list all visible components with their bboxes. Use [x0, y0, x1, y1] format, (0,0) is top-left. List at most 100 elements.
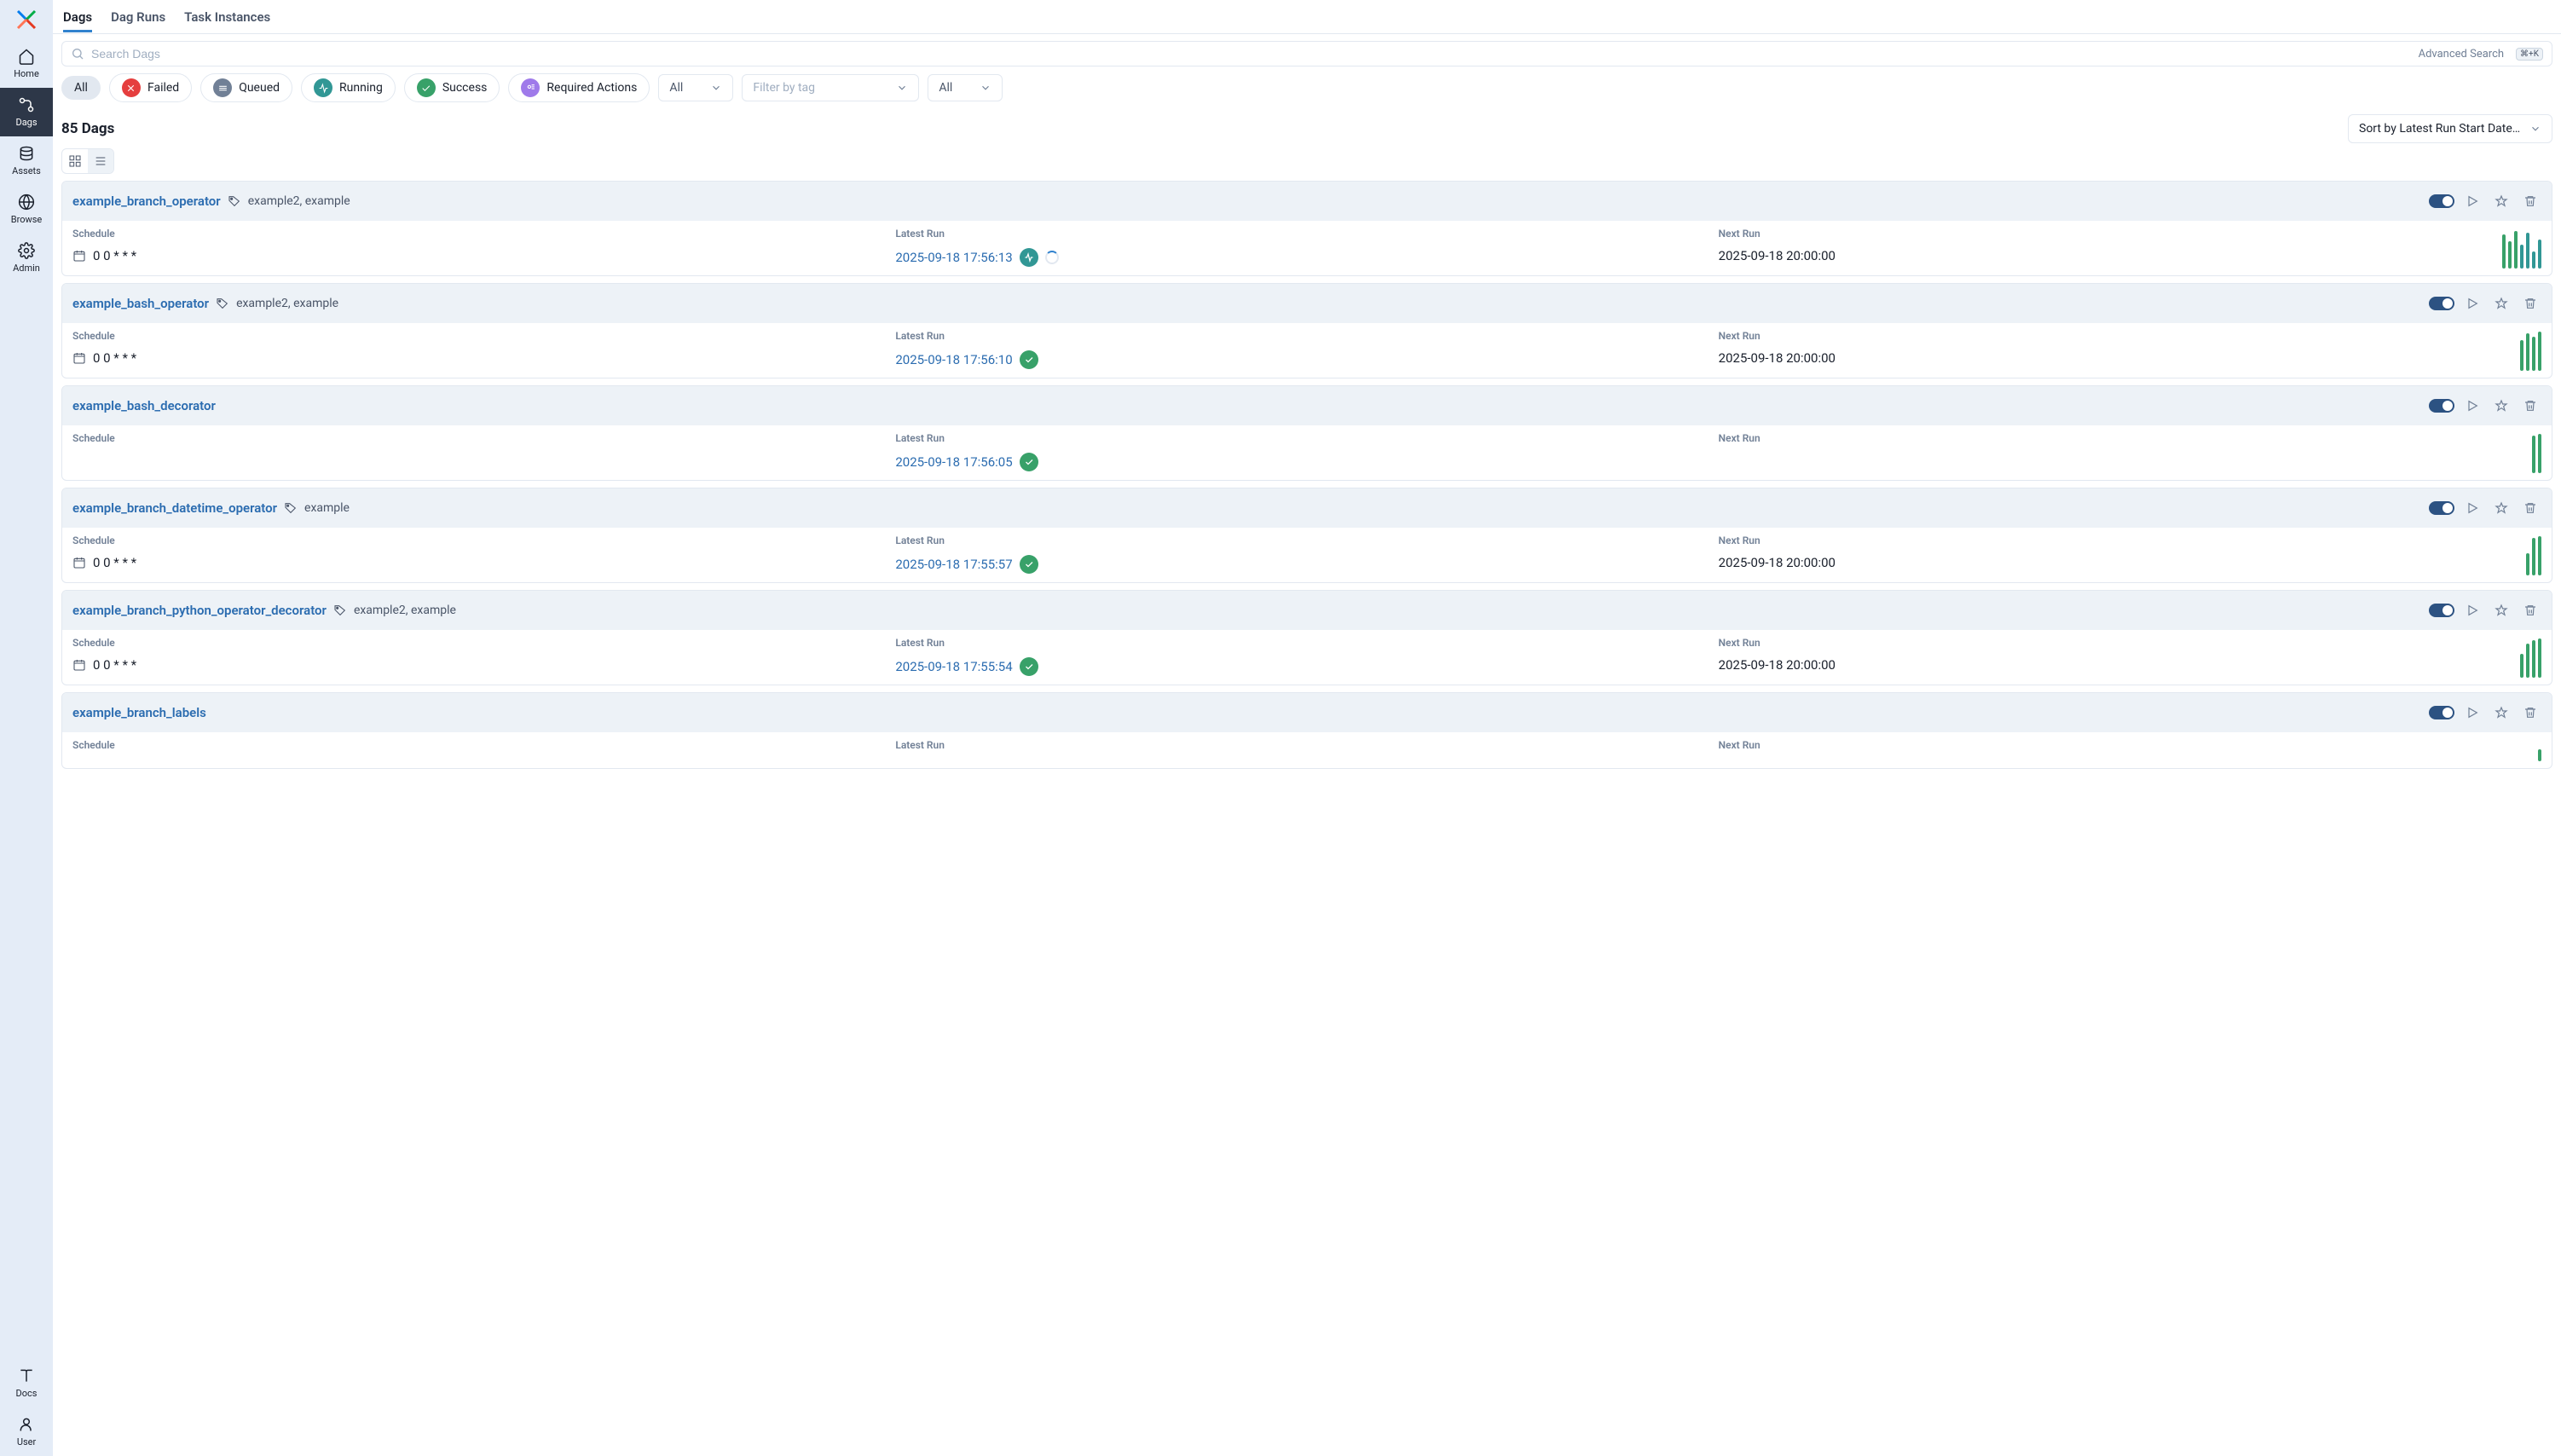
schedule-label: Schedule	[72, 637, 895, 649]
dag-name-link[interactable]: example_bash_decorator	[72, 398, 216, 413]
run-bar[interactable]	[2538, 638, 2541, 678]
run-bar[interactable]	[2520, 654, 2523, 678]
nav-browse[interactable]: Browse	[0, 185, 53, 234]
run-bar[interactable]	[2538, 240, 2541, 269]
run-bar[interactable]	[2526, 553, 2529, 575]
favorite-button[interactable]	[2490, 497, 2512, 519]
dag-toggle[interactable]	[2429, 399, 2454, 413]
delete-button[interactable]	[2519, 702, 2541, 724]
run-bar[interactable]	[2532, 436, 2535, 473]
dag-toggle[interactable]	[2429, 604, 2454, 617]
delete-button[interactable]	[2519, 497, 2541, 519]
filter-all[interactable]: All	[61, 76, 101, 100]
dag-body: Schedule Latest Run 2025-09-18 17:56:05 …	[62, 425, 2552, 480]
filter-dropdown-1[interactable]: All	[658, 74, 733, 101]
dag-name-link[interactable]: example_branch_python_operator_decorator	[72, 603, 327, 618]
latest-run-link[interactable]: 2025-09-18 17:56:13	[895, 250, 1012, 265]
filter-running[interactable]: Running	[301, 73, 396, 102]
next-run-value: 2025-09-18 20:00:00	[1719, 350, 1835, 366]
run-bar[interactable]	[2526, 644, 2529, 678]
trigger-button[interactable]	[2461, 599, 2483, 621]
dag-name-link[interactable]: example_bash_operator	[72, 296, 209, 311]
filter-dropdown-3[interactable]: All	[928, 74, 1003, 101]
nav-assets[interactable]: Assets	[0, 136, 53, 185]
latest-run-label: Latest Run	[895, 637, 1718, 649]
dag-toggle[interactable]	[2429, 501, 2454, 515]
dag-toggle[interactable]	[2429, 194, 2454, 208]
latest-run-label: Latest Run	[895, 534, 1718, 546]
run-bar[interactable]	[2520, 245, 2523, 269]
run-bar[interactable]	[2526, 333, 2529, 371]
dag-list[interactable]: example_branch_operator example2, exampl…	[53, 181, 2561, 1456]
run-bar[interactable]	[2538, 434, 2541, 473]
run-bar[interactable]	[2508, 241, 2512, 269]
favorite-button[interactable]	[2490, 599, 2512, 621]
tab-dags[interactable]: Dags	[63, 2, 92, 32]
dag-name-link[interactable]: example_branch_operator	[72, 194, 221, 209]
run-bar[interactable]	[2532, 251, 2535, 269]
success-icon	[417, 78, 436, 97]
delete-button[interactable]	[2519, 190, 2541, 212]
trigger-button[interactable]	[2461, 190, 2483, 212]
latest-run-link[interactable]: 2025-09-18 17:56:05	[895, 454, 1012, 470]
next-run-value: 2025-09-18 20:00:00	[1719, 555, 1835, 570]
sort-select[interactable]: Sort by Latest Run Start Date…	[2348, 114, 2552, 143]
trigger-button[interactable]	[2461, 702, 2483, 724]
view-list-button[interactable]	[88, 149, 113, 173]
tab-task-instances[interactable]: Task Instances	[184, 2, 270, 32]
nav-user-label: User	[17, 1436, 36, 1447]
favorite-button[interactable]	[2490, 292, 2512, 315]
nav-user[interactable]: User	[0, 1407, 53, 1456]
delete-button[interactable]	[2519, 599, 2541, 621]
next-run-value: 2025-09-18 20:00:00	[1719, 657, 1835, 673]
delete-button[interactable]	[2519, 395, 2541, 417]
run-history-bars	[2526, 536, 2541, 575]
run-bar[interactable]	[2502, 234, 2506, 269]
delete-button[interactable]	[2519, 292, 2541, 315]
dag-head: example_bash_operator example2, example	[62, 284, 2552, 323]
run-bar[interactable]	[2520, 340, 2523, 371]
filter-queued[interactable]: Queued	[200, 73, 292, 102]
filter-required-actions[interactable]: Required Actions	[508, 73, 650, 102]
view-grid-button[interactable]	[62, 149, 88, 173]
failed-icon	[122, 78, 141, 97]
filter-success[interactable]: Success	[404, 73, 500, 102]
advanced-search-link[interactable]: Advanced Search	[2419, 48, 2504, 61]
dag-toggle[interactable]	[2429, 297, 2454, 310]
latest-run-link[interactable]: 2025-09-18 17:55:57	[895, 557, 1012, 572]
filter-by-tag[interactable]: Filter by tag	[742, 74, 919, 101]
run-bar[interactable]	[2532, 337, 2535, 371]
dag-count: 85 Dags	[61, 120, 114, 137]
dag-name-link[interactable]: example_branch_labels	[72, 705, 206, 720]
run-bar[interactable]	[2526, 233, 2529, 269]
search-input[interactable]	[91, 47, 2412, 61]
required-icon	[521, 78, 540, 97]
nav-admin[interactable]: Admin	[0, 234, 53, 282]
trigger-button[interactable]	[2461, 292, 2483, 315]
run-history-bars	[2538, 722, 2541, 761]
filter-failed[interactable]: Failed	[109, 73, 192, 102]
dag-name-link[interactable]: example_branch_datetime_operator	[72, 500, 277, 516]
favorite-button[interactable]	[2490, 190, 2512, 212]
tab-dag-runs[interactable]: Dag Runs	[111, 2, 165, 32]
dag-card: example_bash_operator example2, example …	[61, 283, 2552, 378]
run-bar[interactable]	[2538, 332, 2541, 371]
run-history-bars	[2502, 229, 2541, 269]
run-bar[interactable]	[2532, 538, 2535, 575]
favorite-button[interactable]	[2490, 702, 2512, 724]
trigger-button[interactable]	[2461, 497, 2483, 519]
run-bar[interactable]	[2538, 749, 2541, 761]
favorite-button[interactable]	[2490, 395, 2512, 417]
dag-toggle[interactable]	[2429, 706, 2454, 719]
nav-docs[interactable]: Docs	[0, 1359, 53, 1407]
run-bar[interactable]	[2514, 231, 2518, 269]
latest-run-link[interactable]: 2025-09-18 17:56:10	[895, 352, 1012, 367]
calendar-icon	[72, 249, 86, 263]
trigger-button[interactable]	[2461, 395, 2483, 417]
nav-dags[interactable]: Dags	[0, 88, 53, 136]
run-bar[interactable]	[2532, 640, 2535, 678]
run-bar[interactable]	[2538, 536, 2541, 575]
nav-home[interactable]: Home	[0, 39, 53, 88]
latest-run-link[interactable]: 2025-09-18 17:55:54	[895, 659, 1012, 674]
latest-run-label: Latest Run	[895, 739, 1718, 751]
